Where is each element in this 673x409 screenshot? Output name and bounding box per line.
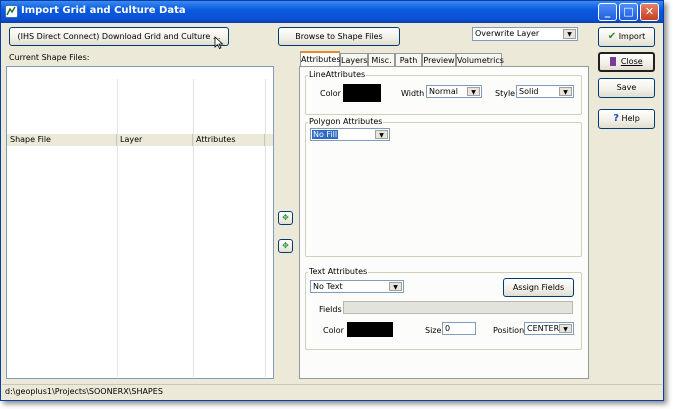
chevron-down-icon: ▼ — [559, 87, 572, 96]
line-color-swatch[interactable] — [343, 84, 381, 102]
text-attributes-title: Text Attributes — [308, 267, 369, 276]
import-button-label: Import — [618, 32, 646, 41]
tab-path[interactable]: Path — [395, 53, 422, 67]
column-divider — [193, 79, 194, 377]
column-header-layer[interactable]: Layer — [117, 134, 193, 146]
assign-fields-button[interactable]: Assign Fields — [503, 278, 574, 297]
status-path: d:\geoplus1\Projects\SOONERX\SHAPES — [5, 387, 163, 396]
attributes-tab-panel: LineAttributes Color Width Normal ▼ Styl… — [299, 66, 589, 379]
chevron-down-icon: ▼ — [559, 324, 572, 333]
shape-files-table[interactable]: Shape File Layer Attributes — [6, 66, 274, 379]
checkmark-icon: ✔ — [607, 31, 617, 42]
move-up-button[interactable]: ✥ — [278, 211, 293, 225]
up-arrow-icon: ✥ — [282, 213, 289, 222]
column-divider — [265, 79, 266, 377]
text-source-value: No Text — [313, 282, 343, 291]
assign-fields-label: Assign Fields — [512, 283, 565, 292]
fields-label: Fields — [319, 305, 342, 314]
chevron-down-icon: ▼ — [375, 130, 388, 139]
close-button-label: Close — [620, 57, 643, 66]
fields-input[interactable] — [343, 301, 573, 314]
save-button[interactable]: Save — [598, 78, 655, 98]
column-divider — [117, 79, 118, 377]
line-color-label: Color — [320, 89, 341, 98]
tab-preview[interactable]: Preview — [422, 53, 456, 67]
question-icon: ? — [613, 113, 619, 124]
polygon-attributes-title: Polygon Attributes — [308, 117, 384, 126]
text-position-value: CENTER — [527, 324, 560, 333]
tab-misc[interactable]: Misc. — [368, 53, 395, 67]
minimize-button[interactable]: _ — [598, 3, 617, 21]
line-attributes-title: LineAttributes — [308, 70, 367, 79]
import-button[interactable]: ✔ Import — [598, 27, 655, 47]
chevron-down-icon: ▼ — [467, 87, 480, 96]
column-header-shape-file[interactable]: Shape File — [7, 134, 117, 146]
text-position-label: Position — [493, 326, 525, 335]
browse-shape-files-button[interactable]: Browse to Shape Files — [278, 27, 400, 46]
status-bar: d:\geoplus1\Projects\SOONERX\SHAPES — [2, 384, 662, 399]
close-window-button[interactable]: ✕ — [640, 3, 659, 21]
column-header-filler — [265, 134, 273, 146]
line-style-value: Solid — [519, 87, 539, 96]
import-dialog-window: Import Grid and Culture Data _ □ ✕ (IHS … — [0, 0, 664, 401]
door-icon — [610, 57, 617, 66]
download-grid-culture-button[interactable]: (IHS Direct Connect) Download Grid and C… — [9, 27, 229, 46]
line-width-value: Normal — [429, 87, 458, 96]
help-button[interactable]: ? Help — [598, 109, 655, 129]
maximize-button[interactable]: □ — [619, 3, 638, 21]
text-source-select[interactable]: No Text ▼ — [310, 280, 404, 293]
line-width-select[interactable]: Normal ▼ — [426, 85, 482, 98]
polygon-attributes-group — [305, 122, 582, 257]
maximize-icon: □ — [623, 5, 634, 18]
polygon-fill-select[interactable]: No Fill ▼ — [310, 128, 390, 141]
line-width-label: Width — [401, 89, 425, 98]
overwrite-mode-select[interactable]: Overwrite Layer ▼ — [472, 27, 578, 41]
close-button[interactable]: Close — [598, 52, 655, 72]
column-header-attributes[interactable]: Attributes — [193, 134, 265, 146]
close-icon: ✕ — [644, 5, 655, 18]
overwrite-mode-value: Overwrite Layer — [475, 29, 540, 38]
tab-volumetrics[interactable]: Volumetrics — [456, 53, 504, 67]
current-shape-files-heading: Current Shape Files: — [9, 53, 90, 62]
browse-button-label: Browse to Shape Files — [295, 32, 383, 41]
text-size-label: Size — [425, 326, 442, 335]
polygon-fill-value: No Fill — [312, 130, 339, 139]
text-color-swatch[interactable] — [347, 322, 393, 337]
tab-layers[interactable]: Layers — [340, 53, 368, 67]
line-style-select[interactable]: Solid ▼ — [516, 85, 574, 98]
move-down-button[interactable]: ✥ — [278, 239, 293, 253]
window-title: Import Grid and Culture Data — [21, 5, 186, 16]
text-size-input[interactable]: 0 — [442, 322, 476, 335]
title-bar[interactable]: Import Grid and Culture Data _ □ ✕ — [1, 1, 663, 23]
mouse-cursor-icon — [214, 36, 224, 49]
text-position-select[interactable]: CENTER ▼ — [524, 322, 574, 335]
tab-attributes[interactable]: Attributes — [300, 51, 341, 67]
minimize-icon: _ — [604, 5, 611, 18]
text-color-label: Color — [323, 326, 344, 335]
help-button-label: Help — [621, 114, 640, 123]
line-style-label: Style — [495, 89, 516, 98]
save-button-label: Save — [616, 83, 637, 92]
download-button-label: (IHS Direct Connect) Download Grid and C… — [17, 32, 221, 41]
chevron-down-icon: ▼ — [389, 282, 402, 291]
down-arrow-icon: ✥ — [282, 241, 289, 250]
app-icon — [5, 5, 18, 18]
chevron-down-icon: ▼ — [563, 29, 576, 39]
